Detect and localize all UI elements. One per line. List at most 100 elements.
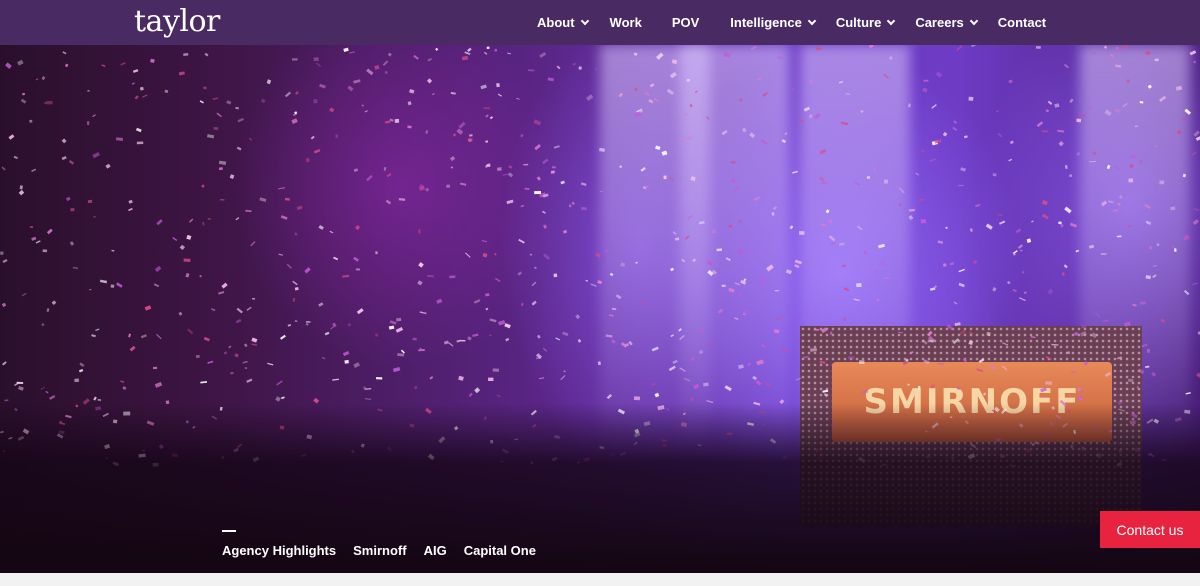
confetti-piece: [1145, 365, 1150, 368]
confetti-piece: [595, 252, 601, 258]
confetti-piece: [280, 334, 286, 340]
confetti-piece: [230, 371, 234, 375]
confetti-piece: [1100, 253, 1107, 255]
confetti-piece: [1159, 180, 1165, 185]
contact-us-button[interactable]: Contact us: [1100, 511, 1200, 548]
confetti-piece: [413, 54, 419, 60]
nav-item-culture[interactable]: Culture: [836, 15, 896, 30]
confetti-piece: [520, 133, 524, 138]
confetti-piece: [929, 158, 936, 162]
confetti-piece: [971, 45, 978, 48]
confetti-piece: [794, 264, 800, 269]
confetti-piece: [640, 167, 646, 172]
confetti-piece: [1195, 136, 1200, 141]
nav-item-careers[interactable]: Careers: [915, 15, 978, 30]
confetti-piece: [822, 389, 829, 393]
confetti-piece: [898, 331, 904, 334]
confetti-piece: [234, 353, 239, 358]
confetti-piece: [506, 52, 512, 55]
confetti-piece: [68, 159, 75, 165]
confetti-piece: [684, 112, 688, 116]
nav-item-pov[interactable]: POV: [672, 15, 699, 30]
confetti-piece: [484, 162, 491, 169]
tab-capital-one[interactable]: Capital One: [464, 543, 536, 558]
confetti-piece: [1103, 45, 1108, 49]
confetti-piece: [51, 300, 57, 306]
confetti-piece: [1006, 280, 1011, 285]
tab-agency-highlights[interactable]: Agency Highlights: [222, 543, 336, 558]
confetti-piece: [1083, 361, 1089, 366]
confetti-piece: [486, 46, 490, 49]
confetti-piece: [1071, 370, 1077, 374]
confetti-piece: [1181, 116, 1188, 121]
confetti-piece: [686, 79, 690, 82]
nav-item-intelligence[interactable]: Intelligence: [730, 15, 817, 30]
taylor-logo[interactable]: taylor: [134, 4, 220, 40]
confetti-piece: [374, 333, 379, 337]
confetti-piece: [1192, 219, 1199, 226]
confetti-piece: [923, 359, 930, 365]
confetti-piece: [153, 366, 158, 370]
confetti-piece: [29, 119, 33, 123]
confetti-piece: [1192, 282, 1199, 285]
confetti-piece: [384, 120, 391, 124]
nav-item-contact[interactable]: Contact: [998, 15, 1046, 30]
confetti-piece: [310, 135, 315, 140]
confetti-piece: [291, 118, 298, 125]
nav-item-about[interactable]: About: [537, 15, 589, 30]
nav-item-work[interactable]: Work: [610, 15, 642, 30]
confetti-piece: [202, 221, 205, 226]
confetti-piece: [782, 350, 790, 353]
confetti-piece: [20, 98, 27, 104]
confetti-piece: [342, 274, 350, 278]
confetti-piece: [342, 350, 350, 357]
confetti-piece: [959, 329, 967, 336]
confetti-piece: [818, 176, 826, 183]
confetti-piece: [483, 107, 491, 110]
confetti-piece: [46, 100, 53, 105]
confetti-piece: [654, 392, 660, 398]
confetti-piece: [507, 172, 514, 178]
confetti-piece: [1196, 372, 1200, 378]
confetti-piece: [848, 356, 855, 360]
confetti-piece: [483, 51, 488, 55]
confetti-piece: [461, 55, 469, 61]
confetti-piece: [321, 356, 326, 360]
confetti-piece: [918, 198, 925, 202]
confetti-piece: [958, 282, 965, 288]
confetti-piece: [534, 144, 541, 151]
confetti-piece: [136, 141, 144, 145]
tab-aig[interactable]: AIG: [424, 543, 447, 558]
confetti-piece: [333, 256, 339, 261]
confetti-piece: [110, 284, 115, 288]
confetti-piece: [853, 181, 861, 186]
confetti-piece: [809, 80, 813, 84]
confetti-piece: [644, 91, 650, 97]
confetti-piece: [1127, 224, 1132, 228]
tab-smirnoff[interactable]: Smirnoff: [353, 543, 406, 558]
confetti-piece: [930, 383, 936, 389]
confetti-piece: [1193, 208, 1200, 212]
confetti-piece: [872, 167, 877, 173]
confetti-piece: [742, 127, 747, 133]
confetti-piece: [1184, 108, 1192, 115]
confetti-piece: [929, 287, 936, 291]
confetti-piece: [101, 64, 106, 68]
confetti-piece: [252, 298, 256, 300]
confetti-piece: [1137, 368, 1145, 374]
confetti-piece: [883, 277, 890, 279]
confetti-piece: [1030, 336, 1036, 339]
confetti-piece: [529, 253, 533, 256]
confetti-piece: [1045, 381, 1053, 385]
confetti-piece: [728, 287, 735, 293]
confetti-piece: [553, 273, 558, 278]
confetti-piece: [1047, 100, 1053, 106]
confetti-piece: [739, 98, 743, 102]
confetti-piece: [292, 58, 298, 61]
confetti-piece: [278, 187, 286, 190]
confetti-piece: [1117, 202, 1122, 206]
confetti-piece: [771, 212, 775, 216]
confetti-piece: [153, 283, 160, 288]
confetti-piece: [61, 155, 67, 161]
confetti-piece: [207, 360, 214, 364]
